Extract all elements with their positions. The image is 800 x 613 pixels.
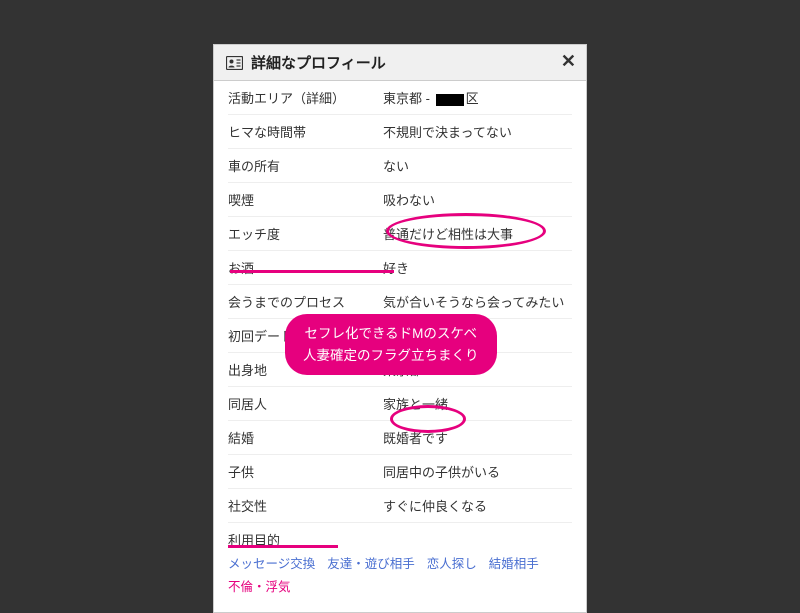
field-value: 不規則で決まってない <box>383 122 572 141</box>
close-icon[interactable]: ✕ <box>561 51 576 72</box>
purpose-section: 利用目的 メッセージ交換 友達・遊び相手 恋人探し 結婚相手 不倫・浮気 <box>228 523 572 598</box>
field-value: 普通だけど相性は大事 <box>383 224 572 243</box>
table-row: お酒 好き <box>228 251 572 285</box>
field-value: 好き <box>383 258 572 277</box>
table-row: 同居人 家族と一緒 <box>228 387 572 421</box>
purpose-link[interactable]: メッセージ交換 <box>228 553 315 576</box>
profile-card: 詳細なプロフィール ✕ 活動エリア（詳細） 東京都 - 区 ヒマな時間帯 不規則… <box>213 44 587 613</box>
table-row: 喫煙 吸わない <box>228 183 572 217</box>
field-label: エッチ度 <box>228 224 383 243</box>
field-label: 喫煙 <box>228 190 383 209</box>
field-label: 結婚 <box>228 428 383 447</box>
field-label: 子供 <box>228 462 383 481</box>
purpose-link[interactable]: 恋人探し <box>427 553 477 576</box>
card-header: 詳細なプロフィール ✕ <box>214 45 586 81</box>
field-label: 社交性 <box>228 496 383 515</box>
field-value: すぐに仲良くなる <box>383 496 572 515</box>
field-label: 利用目的 <box>228 530 572 549</box>
table-row: 子供 同居中の子供がいる <box>228 455 572 489</box>
field-label: 車の所有 <box>228 156 383 175</box>
field-label: お酒 <box>228 258 383 277</box>
purpose-link[interactable]: 友達・遊び相手 <box>327 553 415 576</box>
redacted-text <box>436 94 464 106</box>
field-label: 会うまでのプロセス <box>228 292 383 311</box>
field-label: 同居人 <box>228 394 383 413</box>
table-row: 車の所有 ない <box>228 149 572 183</box>
table-row: 活動エリア（詳細） 東京都 - 区 <box>228 81 572 115</box>
table-row: ヒマな時間帯 不規則で決まってない <box>228 115 572 149</box>
field-value: ない <box>383 156 572 175</box>
annotation-bubble: セフレ化できるドMのスケベ 人妻確定のフラグ立ちまくり <box>285 314 497 375</box>
table-row: エッチ度 普通だけど相性は大事 <box>228 217 572 251</box>
table-row: 社交性 すぐに仲良くなる <box>228 489 572 523</box>
dialog-title: 詳細なプロフィール <box>251 52 386 73</box>
purpose-link[interactable]: 不倫・浮気 <box>228 576 291 599</box>
field-label: ヒマな時間帯 <box>228 122 383 141</box>
field-value: 気が合いそうなら会ってみたい <box>383 292 572 311</box>
table-row: 結婚 既婚者です <box>228 421 572 455</box>
field-value: 同居中の子供がいる <box>383 462 572 481</box>
field-value: 家族と一緒 <box>383 394 572 413</box>
field-label: 活動エリア（詳細） <box>228 88 383 107</box>
profile-icon <box>226 56 243 70</box>
purpose-link[interactable]: 結婚相手 <box>489 553 539 576</box>
field-value: 既婚者です <box>383 428 572 447</box>
field-value: 東京都 - 区 <box>383 88 572 107</box>
field-value: 吸わない <box>383 190 572 209</box>
